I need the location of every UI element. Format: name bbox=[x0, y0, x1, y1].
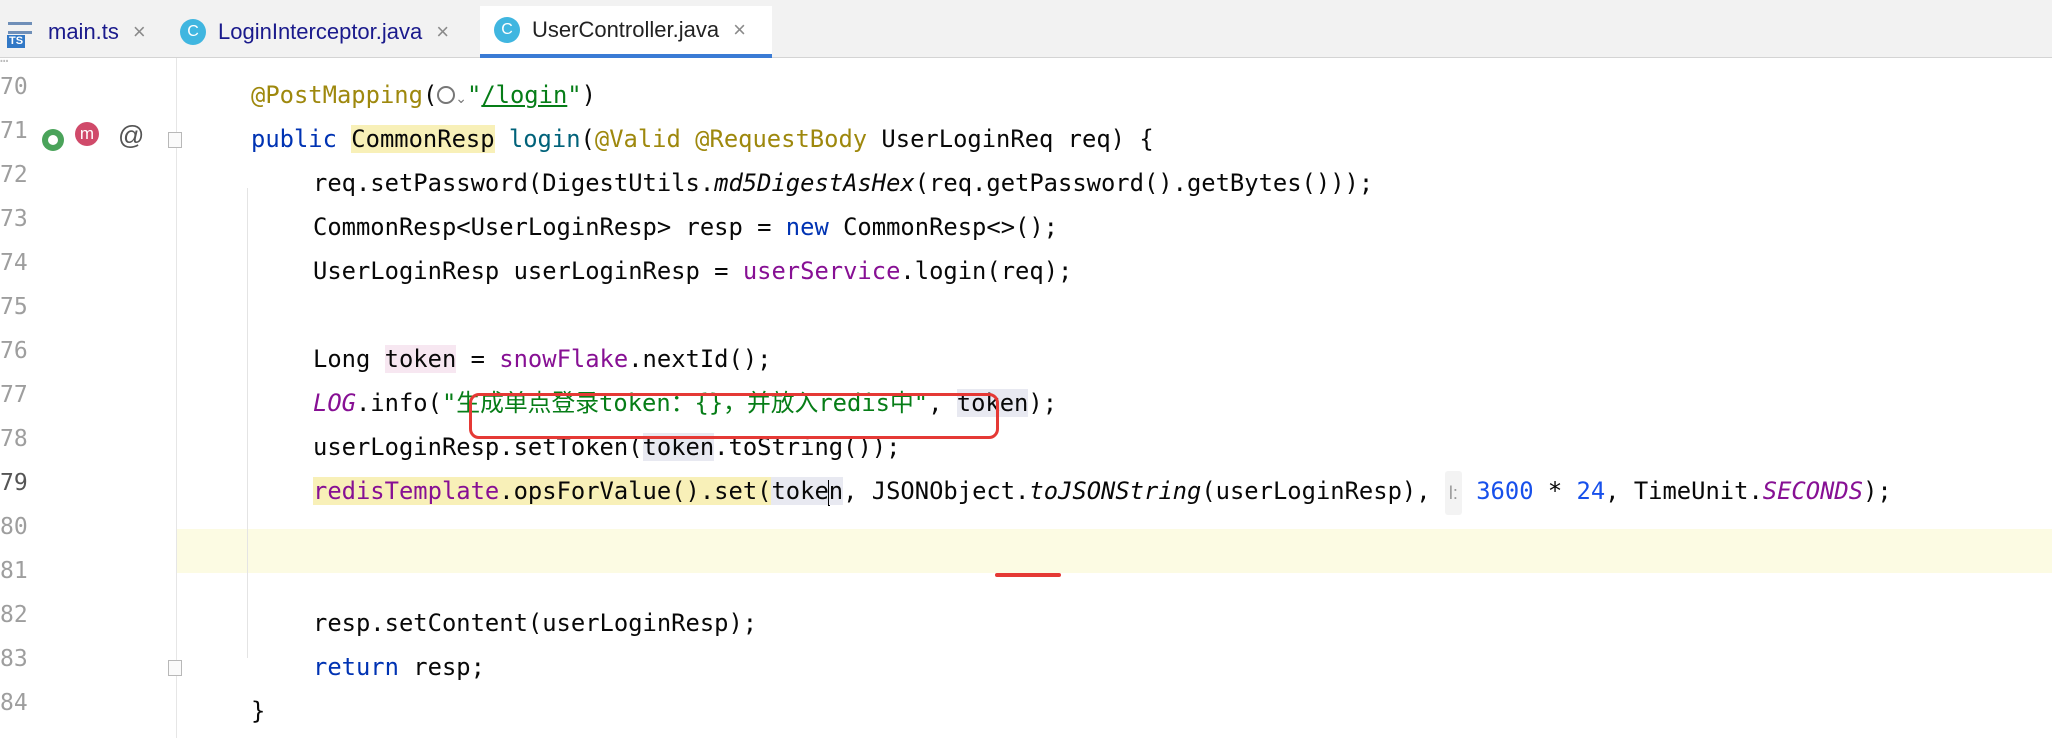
line-number: 81 bbox=[0, 558, 28, 584]
globe-icon[interactable] bbox=[437, 85, 456, 104]
close-icon[interactable]: × bbox=[133, 19, 146, 45]
java-class-icon: C bbox=[494, 17, 520, 43]
code-line-74: UserLoginResp userLoginResp = userServic… bbox=[313, 257, 1073, 285]
current-line-highlight bbox=[177, 529, 2052, 573]
spring-bean-icon[interactable] bbox=[42, 129, 64, 151]
line-number: 83 bbox=[0, 646, 28, 672]
java-class-icon: C bbox=[180, 19, 206, 45]
code-line-76: Long token = snowFlake.nextId(); bbox=[313, 345, 772, 373]
code-line-81: resp.setContent(userLoginResp); bbox=[313, 609, 758, 637]
code-line-72: req.setPassword(DigestUtils.md5DigestAsH… bbox=[313, 169, 1374, 197]
close-icon[interactable]: × bbox=[733, 17, 746, 43]
method-marker-icon[interactable]: m bbox=[75, 122, 99, 146]
annotation-box bbox=[469, 393, 999, 439]
code-line-70: @PostMapping(⌄"/login") bbox=[251, 81, 596, 109]
tab-login-interceptor[interactable]: C LoginInterceptor.java × bbox=[180, 6, 480, 58]
indent-guide bbox=[247, 188, 248, 658]
line-number: 73 bbox=[0, 206, 28, 232]
code-line-79: redisTemplate.opsForValue().set(token, J… bbox=[313, 469, 1892, 515]
chevron-down-icon[interactable]: ⌄ bbox=[455, 90, 467, 106]
line-number: 77 bbox=[0, 382, 28, 408]
line-number: 78 bbox=[0, 426, 28, 452]
line-number: 72 bbox=[0, 162, 28, 188]
parameter-hint: l: bbox=[1444, 471, 1462, 515]
line-number: 76 bbox=[0, 338, 28, 364]
annotation-icon[interactable]: @ bbox=[118, 120, 144, 151]
line-number: 75 bbox=[0, 294, 28, 320]
editor-tab-bar: TS main.ts × C LoginInterceptor.java × C… bbox=[0, 0, 2052, 58]
editor-gutter: … 70 71 72 73 74 75 76 77 78 79 80 81 82… bbox=[0, 50, 182, 738]
line-number: 74 bbox=[0, 250, 28, 276]
code-line-71: public CommonResp login(@Valid @RequestB… bbox=[251, 125, 1154, 153]
close-icon[interactable]: × bbox=[436, 19, 449, 45]
tab-label: main.ts bbox=[48, 19, 119, 44]
line-number: 80 bbox=[0, 514, 28, 540]
line-number: … bbox=[0, 50, 9, 66]
code-line-83: } bbox=[251, 697, 266, 725]
annotation-underline bbox=[995, 573, 1061, 577]
typescript-file-icon: TS bbox=[6, 18, 34, 48]
line-number: 84 bbox=[0, 690, 28, 716]
line-number: 79 bbox=[0, 470, 28, 496]
tab-label: UserController.java bbox=[532, 17, 720, 42]
tab-user-controller[interactable]: C UserController.java × bbox=[480, 6, 772, 58]
tab-label: LoginInterceptor.java bbox=[218, 19, 423, 44]
code-line-73: CommonResp<UserLoginResp> resp = new Com… bbox=[313, 213, 1059, 241]
url-link[interactable]: /login bbox=[481, 81, 567, 109]
line-number: 70 bbox=[0, 74, 28, 100]
code-line-82: return resp; bbox=[313, 653, 485, 681]
line-number: 71 bbox=[0, 118, 28, 144]
line-number: 82 bbox=[0, 602, 28, 628]
code-editor[interactable]: @PostMapping(⌄"/login") public CommonRes… bbox=[177, 58, 2052, 738]
